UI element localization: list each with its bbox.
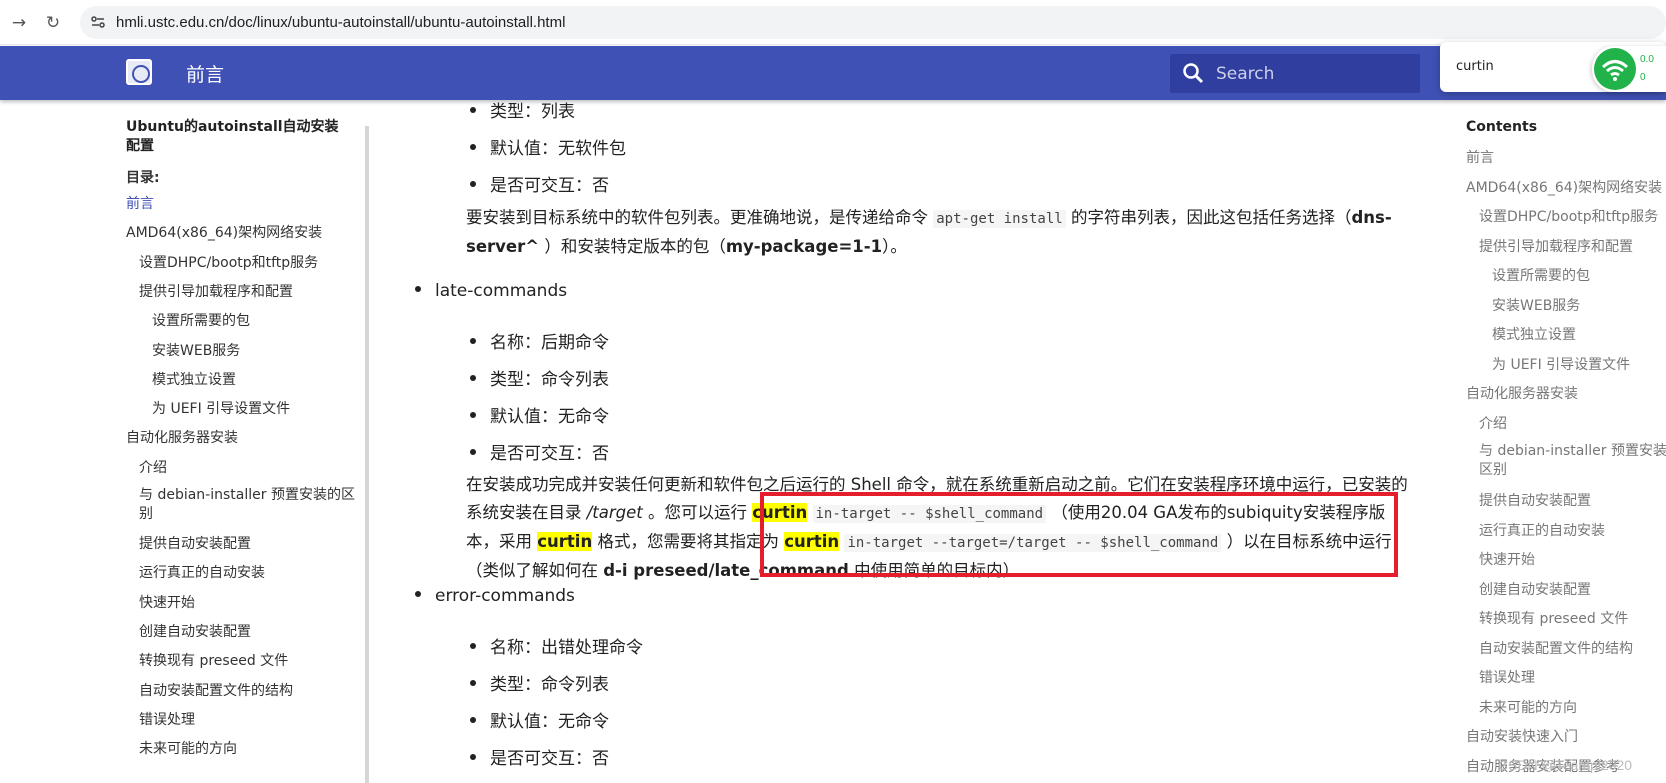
list-item: 类型：列表 — [470, 97, 575, 122]
download-speed: 0 — [1640, 72, 1646, 83]
list-item: 默认值：无软件包 — [470, 134, 626, 159]
list-item: 是否可交互：否 — [470, 171, 609, 196]
toc-item[interactable]: 提供自动安装配置 — [1479, 490, 1591, 510]
watermark: CSDN @Teampl2020 — [1498, 757, 1633, 773]
toc-item[interactable]: 自动安装配置文件的结构 — [1479, 638, 1633, 658]
toc-item[interactable]: 模式独立设置 — [1492, 324, 1576, 344]
sidebar-item[interactable]: 设置DHPC/bootp和tftp服务 — [139, 252, 318, 272]
sidebar-item[interactable]: 安装WEB服务 — [152, 340, 240, 360]
toc-item[interactable]: 与 debian-installer 预置安装区别 — [1479, 442, 1666, 480]
search-placeholder: Search — [1216, 64, 1275, 84]
sidebar-item[interactable]: 未来可能的方向 — [139, 738, 237, 758]
sidebar-item[interactable]: 快速开始 — [139, 592, 195, 612]
sidebar-divider — [365, 126, 369, 783]
toc-item[interactable]: AMD64(x86_64)架构网络安装 — [1466, 177, 1662, 197]
browser-toolbar: → ↻ hmli.ustc.edu.cn/doc/linux/ubuntu-au… — [0, 0, 1666, 45]
toc-item[interactable]: 设置所需要的包 — [1492, 265, 1590, 285]
toc-item[interactable]: 错误处理 — [1479, 667, 1535, 687]
list-item: 类型：命令列表 — [470, 365, 609, 390]
sidebar-item[interactable]: 介绍 — [139, 457, 167, 477]
toc-item[interactable]: 为 UEFI 引导设置文件 — [1492, 354, 1630, 374]
page-title: 前言 — [186, 64, 225, 86]
main-content: 类型：列表 默认值：无软件包 是否可交互：否 要安装到目标系统中的软件包列表。更… — [400, 100, 1420, 783]
annotation-red-box — [760, 492, 1398, 577]
sidebar-item[interactable]: 设置所需要的包 — [152, 310, 250, 330]
sidebar-item[interactable]: 提供自动安装配置 — [139, 533, 251, 553]
toc-item[interactable]: 运行真正的自动安装 — [1479, 520, 1605, 540]
address-bar[interactable]: hmli.ustc.edu.cn/doc/linux/ubuntu-autoin… — [80, 6, 1666, 39]
packages-description: 要安装到目标系统中的软件包列表。更准确地说，是传递给命令 apt-get ins… — [466, 208, 1392, 256]
sidebar-item[interactable]: 错误处理 — [139, 709, 195, 729]
sidebar-item[interactable]: 运行真正的自动安装 — [139, 562, 265, 582]
site-settings-icon[interactable] — [90, 14, 106, 30]
list-item: 是否可交互：否 — [470, 744, 609, 769]
doc-title[interactable]: Ubuntu的autoinstall自动安装配置 — [126, 118, 351, 156]
toc-item[interactable]: 介绍 — [1479, 413, 1507, 433]
forward-icon[interactable]: → — [8, 12, 30, 34]
list-item: 名称：出错处理命令 — [470, 633, 643, 658]
sidebar-item[interactable]: 与 debian-installer 预置安装的区别 — [139, 486, 359, 524]
toc-item[interactable]: 提供引导加载程序和配置 — [1479, 236, 1633, 256]
toc-item[interactable]: 快速开始 — [1479, 549, 1535, 569]
left-sidebar: Ubuntu的autoinstall自动安装配置 目录: 前言 AMD64(x86… — [0, 100, 370, 783]
toc-item[interactable]: 未来可能的方向 — [1479, 697, 1577, 717]
search-input[interactable]: Search — [1170, 54, 1420, 93]
sidebar-item[interactable]: AMD64(x86_64)架构网络安装 — [126, 222, 322, 242]
toc-item[interactable]: 自动安装快速入门 — [1466, 726, 1578, 746]
error-commands-item: error-commands — [415, 586, 575, 606]
toc-item[interactable]: 创建自动安装配置 — [1479, 579, 1591, 599]
sidebar-item[interactable]: 转换现有 preseed 文件 — [139, 650, 288, 670]
toc-heading: Contents — [1466, 119, 1538, 135]
list-item: 名称：后期命令 — [470, 328, 609, 353]
toc-item[interactable]: 自动化服务器安装 — [1466, 383, 1578, 403]
toc-item[interactable]: 安装WEB服务 — [1492, 295, 1580, 315]
late-commands-item: late-commands — [415, 281, 567, 301]
site-header: 前言 Search — [0, 46, 1666, 100]
list-item: 默认值：无命令 — [470, 402, 609, 427]
sidebar-item[interactable]: 前言 — [126, 193, 154, 213]
upload-speed: 0.0 — [1640, 54, 1654, 65]
list-item: 是否可交互：否 — [470, 439, 609, 464]
list-item: 类型：命令列表 — [470, 670, 609, 695]
sidebar-item[interactable]: 为 UEFI 引导设置文件 — [152, 398, 290, 418]
inline-code: apt-get install — [933, 210, 1066, 228]
toc-item[interactable]: 转换现有 preseed 文件 — [1479, 608, 1628, 628]
sidebar-item[interactable]: 模式独立设置 — [152, 369, 236, 389]
toc-item[interactable]: 前言 — [1466, 147, 1494, 167]
toc-label: 目录: — [126, 170, 160, 186]
sidebar-item[interactable]: 提供引导加载程序和配置 — [139, 281, 293, 301]
url-text[interactable]: hmli.ustc.edu.cn/doc/linux/ubuntu-autoin… — [116, 14, 565, 31]
site-logo-icon[interactable] — [126, 59, 152, 85]
sidebar-item[interactable]: 自动化服务器安装 — [126, 427, 238, 447]
network-speed-widget[interactable]: 0.0 0 — [1592, 46, 1666, 92]
find-query[interactable]: curtin — [1456, 59, 1494, 74]
search-icon — [1183, 63, 1204, 84]
sidebar-item[interactable]: 创建自动安装配置 — [139, 621, 251, 641]
sidebar-item[interactable]: 自动安装配置文件的结构 — [139, 680, 293, 700]
search-highlight: curtin — [537, 532, 593, 551]
toc-sidebar: Contents 前言 AMD64(x86_64)架构网络安装设置DHPC/boo… — [1460, 100, 1666, 783]
list-item: 默认值：无命令 — [470, 707, 609, 732]
wifi-icon — [1594, 48, 1636, 90]
toc-item[interactable]: 设置DHPC/bootp和tftp服务 — [1479, 206, 1658, 226]
reload-icon[interactable]: ↻ — [42, 12, 64, 34]
